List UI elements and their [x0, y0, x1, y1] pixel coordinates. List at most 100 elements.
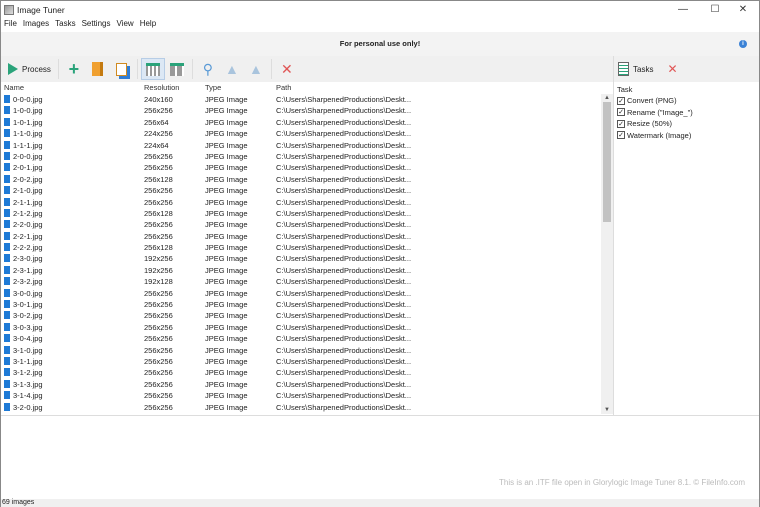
table-row[interactable]: 1-1-1.jpg 224x64 JPEG Image C:\Users\Sharpe…: [1, 140, 601, 151]
table-row[interactable]: 0-0-0.jpg 240x160 JPEG Image C:\Users\Sharp…: [1, 94, 601, 105]
remove-button[interactable]: ✕: [275, 58, 299, 80]
info-icon[interactable]: i: [739, 40, 747, 48]
close-button[interactable]: ✕: [731, 3, 755, 17]
file-type: JPEG Image: [205, 140, 248, 150]
scroll-thumb[interactable]: [603, 102, 611, 222]
task-checkbox[interactable]: ✓: [617, 108, 625, 117]
rotate-right-button[interactable]: ▲: [244, 58, 268, 80]
menu-view[interactable]: View: [116, 19, 133, 32]
file-name: 2-3-0.jpg: [4, 253, 43, 264]
paste-button[interactable]: [110, 58, 134, 80]
task-item[interactable]: ✓ Convert (PNG): [614, 95, 759, 106]
table-row[interactable]: 3-0-4.jpg 256x256 JPEG Image C:\Users\Sharp…: [1, 333, 601, 344]
list-scrollbar[interactable]: ▲ ▼: [601, 94, 613, 414]
task-checkbox[interactable]: ✓: [617, 131, 625, 140]
details-view-button[interactable]: [140, 58, 165, 80]
file-path: C:\Users\SharpenedProductions\Deskt...: [276, 311, 411, 321]
scroll-down-icon[interactable]: ▼: [601, 407, 613, 413]
tasks-button[interactable]: Tasks: [618, 62, 653, 76]
image-count: 69 images: [2, 499, 35, 506]
process-button[interactable]: Process: [4, 58, 55, 80]
task-item[interactable]: ✓ Watermark (Image): [614, 130, 759, 141]
scroll-up-icon[interactable]: ▲: [601, 95, 613, 101]
file-name: 3-1-3.jpg: [4, 379, 43, 390]
file-name-text: 3-0-4.jpg: [13, 334, 43, 344]
file-name: 3-1-1.jpg: [4, 356, 43, 367]
table-row[interactable]: 1-1-0.jpg 224x256 JPEG Image C:\Users\Sharp…: [1, 128, 601, 139]
table-row[interactable]: 3-0-3.jpg 256x256 JPEG Image C:\Users\Sharp…: [1, 322, 601, 333]
task-item[interactable]: ✓ Rename ("Image_"): [614, 107, 759, 118]
file-name: 3-2-0.jpg: [4, 402, 43, 413]
table-row[interactable]: 2-1-0.jpg 256x256 JPEG Image C:\Users\Sharp…: [1, 185, 601, 196]
table-row[interactable]: 2-2-0.jpg 256x256 JPEG Image C:\Users\Sharp…: [1, 219, 601, 230]
table-row[interactable]: 2-2-2.jpg 256x128 JPEG Image C:\Users\Sharp…: [1, 242, 601, 253]
file-path: C:\Users\SharpenedProductions\Deskt...: [276, 379, 411, 389]
table-row[interactable]: 2-3-2.jpg 192x128 JPEG Image C:\Users\Sharp…: [1, 276, 601, 287]
file-resolution: 256x256: [144, 151, 173, 161]
rotate-left-button[interactable]: ▲: [220, 58, 244, 80]
file-path: C:\Users\SharpenedProductions\Deskt...: [276, 368, 411, 378]
menu-file[interactable]: File: [4, 19, 17, 32]
file-resolution: 224x64: [144, 140, 169, 150]
file-resolution: 256x256: [144, 368, 173, 378]
rotate-right-icon: ▲: [248, 61, 263, 77]
add-folder-button[interactable]: [86, 58, 110, 80]
table-row[interactable]: 1-0-0.jpg 256x256 JPEG Image C:\Users\Sharp…: [1, 105, 601, 116]
file-name-text: 3-0-2.jpg: [13, 311, 43, 321]
table-row[interactable]: 3-0-0.jpg 256x256 JPEG Image C:\Users\Sharp…: [1, 288, 601, 299]
table-row[interactable]: 3-0-1.jpg 256x256 JPEG Image C:\Users\Sharp…: [1, 299, 601, 310]
table-row[interactable]: 3-1-0.jpg 256x256 JPEG Image C:\Users\Sharp…: [1, 345, 601, 356]
jpeg-file-icon: [4, 129, 10, 138]
file-resolution: 256x128: [144, 208, 173, 218]
table-row[interactable]: 3-0-2.jpg 256x256 JPEG Image C:\Users\Sharp…: [1, 310, 601, 321]
file-resolution: 256x256: [144, 186, 173, 196]
delete-task-icon[interactable]: ✕: [667, 62, 677, 76]
thumbnail-view-button[interactable]: [165, 58, 189, 80]
table-row[interactable]: 3-1-1.jpg 256x256 JPEG Image C:\Users\Sharp…: [1, 356, 601, 367]
file-type: JPEG Image: [205, 334, 248, 344]
table-row[interactable]: 2-1-2.jpg 256x128 JPEG Image C:\Users\Sharp…: [1, 208, 601, 219]
window-title: Image Tuner: [17, 5, 65, 15]
maximize-button[interactable]: ☐: [703, 3, 727, 17]
column-name[interactable]: Name: [4, 82, 24, 94]
column-resolution[interactable]: Resolution: [144, 82, 179, 94]
task-item[interactable]: ✓ Resize (50%): [614, 118, 759, 129]
menu-images[interactable]: Images: [23, 19, 49, 32]
table-row[interactable]: 2-0-0.jpg 256x256 JPEG Image C:\Users\Sharp…: [1, 151, 601, 162]
table-row[interactable]: 1-0-1.jpg 256x64 JPEG Image C:\Users\Sharpe…: [1, 117, 601, 128]
preview-button[interactable]: ⚲: [196, 58, 220, 80]
menu-tasks[interactable]: Tasks: [55, 19, 75, 32]
jpeg-file-icon: [4, 95, 10, 103]
task-checkbox[interactable]: ✓: [617, 97, 625, 106]
separator: [57, 59, 59, 79]
file-name: 3-1-0.jpg: [4, 345, 43, 356]
file-type: JPEG Image: [205, 254, 248, 264]
file-name: 3-1-2.jpg: [4, 367, 43, 378]
column-path[interactable]: Path: [276, 82, 411, 94]
table-row[interactable]: 2-2-1.jpg 256x256 JPEG Image C:\Users\Sharp…: [1, 231, 601, 242]
column-type[interactable]: Type: [205, 82, 221, 94]
table-row[interactable]: 3-1-2.jpg 256x256 JPEG Image C:\Users\Sharp…: [1, 367, 601, 378]
menu-help[interactable]: Help: [140, 19, 156, 32]
file-type: JPEG Image: [205, 391, 248, 401]
file-name-text: 3-1-0.jpg: [13, 345, 43, 355]
file-path: C:\Users\SharpenedProductions\Deskt...: [276, 186, 411, 196]
table-row[interactable]: 3-1-4.jpg 256x256 JPEG Image C:\Users\Sharp…: [1, 390, 601, 401]
file-name: 1-1-0.jpg: [4, 128, 43, 139]
task-checkbox[interactable]: ✓: [617, 119, 625, 128]
app-icon: [4, 5, 14, 15]
table-row[interactable]: 2-3-1.jpg 192x256 JPEG Image C:\Users\Sharp…: [1, 265, 601, 276]
table-row[interactable]: 3-1-3.jpg 256x256 JPEG Image C:\Users\Sharp…: [1, 379, 601, 390]
file-name: 2-2-1.jpg: [4, 231, 43, 242]
table-row[interactable]: 2-0-2.jpg 256x128 JPEG Image C:\Users\Sharp…: [1, 174, 601, 185]
table-row[interactable]: 2-3-0.jpg 192x256 JPEG Image C:\Users\Sharp…: [1, 253, 601, 264]
minimize-button[interactable]: —: [671, 3, 695, 17]
file-type: JPEG Image: [205, 311, 248, 321]
file-name-text: 3-1-2.jpg: [13, 368, 43, 378]
table-row[interactable]: 2-0-1.jpg 256x256 JPEG Image C:\Users\Sharp…: [1, 162, 601, 173]
menu-settings[interactable]: Settings: [82, 19, 111, 32]
table-row[interactable]: 2-1-1.jpg 256x256 JPEG Image C:\Users\Sharp…: [1, 197, 601, 208]
table-row[interactable]: 3-2-0.jpg 256x256 JPEG Image C:\Users\Sharp…: [1, 402, 601, 413]
add-images-button[interactable]: +: [62, 58, 86, 80]
file-name-text: 2-0-2.jpg: [13, 174, 43, 184]
